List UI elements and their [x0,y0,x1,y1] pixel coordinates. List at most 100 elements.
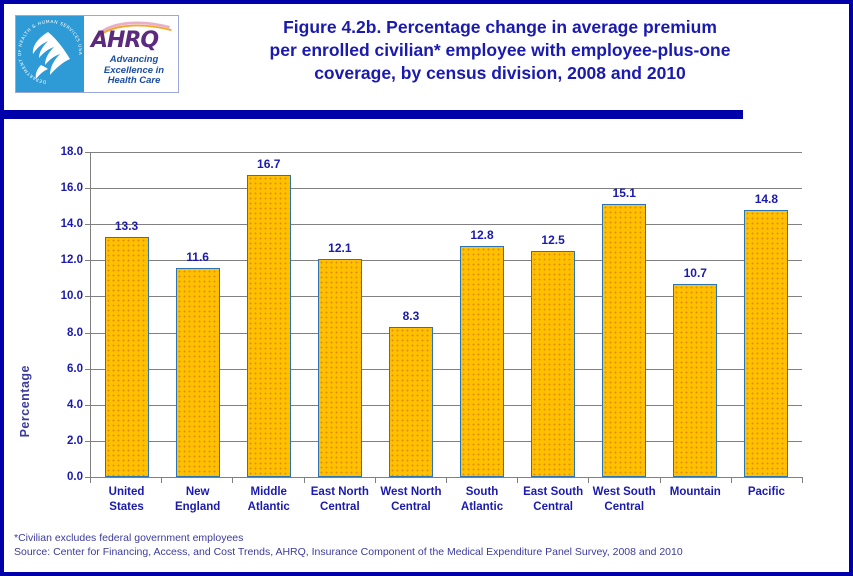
x-axis-label: Mountain [660,477,731,515]
ahrq-letters: AHRQ [91,28,159,53]
x-axis-label-line: South [465,486,499,498]
x-axis-label: Middle Atlantic [233,477,304,515]
y-tick-label: 18.0 [60,146,83,158]
y-tick-mark [85,440,90,442]
bar-chart: Percentage 0.0 2.0 4.0 6.0 8.0 10.0 12.0 14.0 16… [4,125,849,525]
x-axis-label: Pacific [731,477,802,515]
x-axis-label-line: Central [533,501,573,513]
bar[interactable] [460,245,505,477]
hhs-eagle-icon: DEPARTMENT OF HEALTH & HUMAN SERVICES US… [18,20,82,85]
x-axis-label-line: Pacific [747,486,785,498]
bar-value-label: 10.7 [683,265,707,280]
y-tick-label: 12.0 [60,254,83,267]
y-axis-title: Percentage [18,365,32,438]
y-tick-label: 6.0 [67,362,83,375]
bar-value-label: 12.8 [470,227,494,242]
bar-slot: 8.3 [375,152,446,477]
bar-slot: 14.8 [731,152,802,477]
y-tick-mark [85,260,90,262]
bars-container: 13.3 11.6 16.7 12.1 8.3 12.8 12.5 15.1 10.7 14.8 [91,152,802,477]
bar-value-label: 14.8 [754,191,779,206]
y-tick-label: 0.0 [67,471,83,483]
bar[interactable] [602,204,647,477]
bar[interactable] [317,258,362,477]
bar[interactable] [388,327,433,477]
bar-slot: 11.6 [162,152,233,477]
x-axis-label-line: Central [604,501,645,513]
bar-slot: 16.7 [233,152,304,477]
x-axis-labels: United States New England Middle Atlantic East… [91,477,802,515]
bar[interactable] [246,175,291,477]
plot-area: 0.0 2.0 4.0 6.0 8.0 10.0 12.0 14.0 16.0 18.0 13.3… [61,146,803,483]
x-axis-label: West North Central [375,477,446,515]
bar[interactable] [531,251,576,477]
bar[interactable] [175,267,220,477]
figure-title: Figure 4.2b. Percentage change in averag… [190,16,810,85]
bar-value-label: 11.6 [186,249,209,264]
footnote-civilian: *Civilian excludes federal government em… [14,532,244,544]
bar-value-label: 12.1 [328,240,352,255]
x-axis-label: United States [91,477,162,515]
ahrq-tagline: Advancing Excellence in Health Care [94,54,174,87]
bar-value-label: 8.3 [402,309,420,324]
y-tick-label: 14.0 [60,218,83,231]
x-tick-mark [802,477,803,483]
bar-value-label: 13.3 [114,218,139,233]
x-axis-label: South Atlantic [446,477,517,515]
footnote-source: Source: Center for Financing, Access, an… [14,546,683,558]
y-tick-label: 16.0 [60,182,83,195]
bar-slot: 12.1 [304,152,375,477]
title-line-2: per enrolled civilian* employee with emp… [269,40,731,60]
bar-value-label: 15.1 [612,186,636,201]
y-tick-mark [85,332,90,334]
x-axis-label: East North Central [304,477,375,515]
slide-footer: *Civilian excludes federal government em… [14,531,839,559]
y-tick-mark [85,368,90,370]
x-axis-label-line: East South [523,486,584,498]
y-tick-mark [85,152,90,153]
x-axis-label-line: West South [592,486,656,498]
bar-slot: 12.5 [518,152,589,477]
x-axis-label-line: Central [391,501,431,513]
title-line-1: Figure 4.2b. Percentage change in averag… [283,17,717,37]
ahrq-hhs-logo: DEPARTMENT OF HEALTH & HUMAN SERVICES US… [15,15,179,93]
x-axis-label: New England [162,477,233,515]
x-axis-label-line: England [174,501,221,513]
bar[interactable] [673,283,718,477]
header-divider-bar [4,110,743,119]
y-tick-mark [85,404,90,406]
y-tick-label: 4.0 [67,398,83,411]
y-tick-label: 8.0 [67,326,83,339]
y-tick-mark [85,296,90,298]
y-tick-mark [85,224,90,226]
x-axis-label-line: New [185,486,210,498]
hhs-seal-icon: DEPARTMENT OF HEALTH & HUMAN SERVICES US… [16,16,84,92]
x-axis-label-line: Atlantic [460,501,504,513]
x-axis-label: West South Central [589,477,660,515]
slide-canvas: DEPARTMENT OF HEALTH & HUMAN SERVICES US… [0,0,853,576]
bar-slot: 13.3 [91,152,162,477]
x-axis-label-line: United [108,486,145,498]
x-axis-label-line: Atlantic [247,501,290,513]
bar-slot: 12.8 [446,152,517,477]
bar-slot: 10.7 [660,152,731,477]
x-axis-label-line: Middle [250,486,287,498]
slide-header: DEPARTMENT OF HEALTH & HUMAN SERVICES US… [4,4,849,104]
tagline-line-1: Advancing [109,54,159,65]
x-axis-label: East South Central [518,477,589,515]
y-tick-label: 2.0 [67,434,83,447]
title-line-3: coverage, by census division, 2008 and 2… [314,63,686,83]
bar-value-label: 16.7 [257,157,281,172]
x-axis-label-line: States [109,501,144,513]
bar[interactable] [744,209,789,477]
bar[interactable] [104,236,149,477]
y-tick-label: 10.0 [60,290,83,303]
bar-slot: 15.1 [589,152,660,477]
bar-value-label: 12.5 [541,233,565,248]
x-axis-label-line: East North [310,486,369,498]
tagline-line-3: Health Care [107,75,161,86]
x-axis-label-line: Mountain [669,486,721,498]
ahrq-wordmark: AHRQ Advancing Excellence in Health Care [84,16,178,92]
x-axis-label-line: Central [320,501,360,513]
y-tick-mark [85,188,90,190]
